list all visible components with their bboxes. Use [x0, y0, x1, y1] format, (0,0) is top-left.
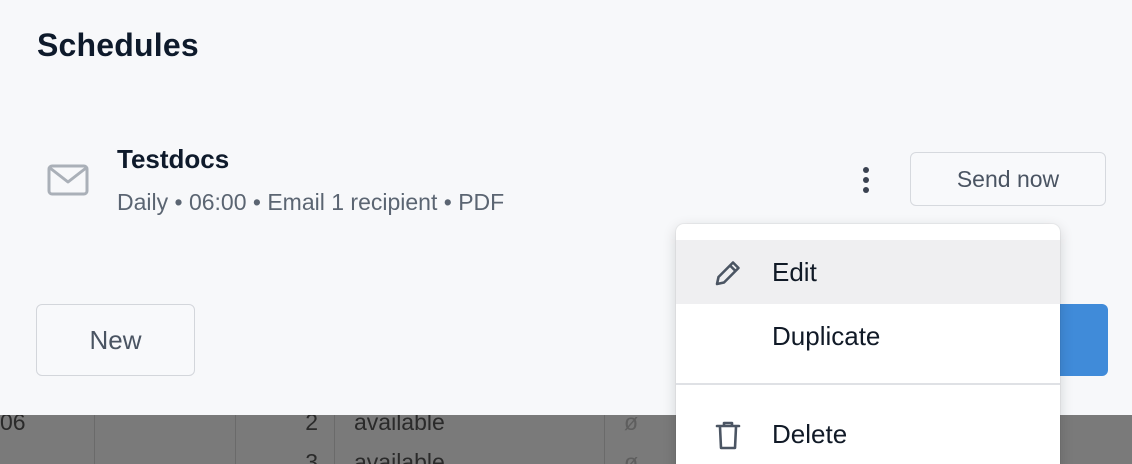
send-now-button[interactable]: Send now [910, 152, 1106, 206]
schedule-details: Daily • 06:00 • Email 1 recipient • PDF [117, 189, 505, 215]
menu-divider [676, 383, 1060, 385]
table-cell-status: available [354, 449, 445, 464]
table-column-divider [94, 415, 95, 464]
table-column-divider [604, 415, 605, 464]
table-cell-number: 3 [305, 449, 318, 464]
menu-item-duplicate[interactable]: Duplicate [676, 304, 1060, 368]
menu-item-edit[interactable]: Edit [676, 240, 1060, 304]
kebab-menu-icon[interactable] [848, 160, 884, 200]
schedule-actions-menu: Edit Duplicate Delete [676, 224, 1060, 464]
trash-icon [715, 421, 741, 450]
panel-title: Schedules [37, 27, 199, 63]
menu-item-label: Duplicate [772, 320, 881, 351]
schedule-name: Testdocs [117, 144, 230, 174]
menu-item-delete[interactable]: Delete [676, 402, 1060, 464]
kebab-dot [863, 177, 869, 183]
menu-item-label: Delete [772, 418, 848, 449]
kebab-dot [863, 187, 869, 193]
table-column-divider [334, 415, 335, 464]
table-cell-null: ø [624, 449, 639, 464]
table-column-divider [235, 415, 236, 464]
mail-icon [47, 164, 89, 196]
pencil-icon [715, 261, 740, 286]
new-schedule-button[interactable]: New [36, 304, 195, 376]
menu-item-label: Edit [772, 256, 817, 287]
kebab-dot [863, 167, 869, 173]
